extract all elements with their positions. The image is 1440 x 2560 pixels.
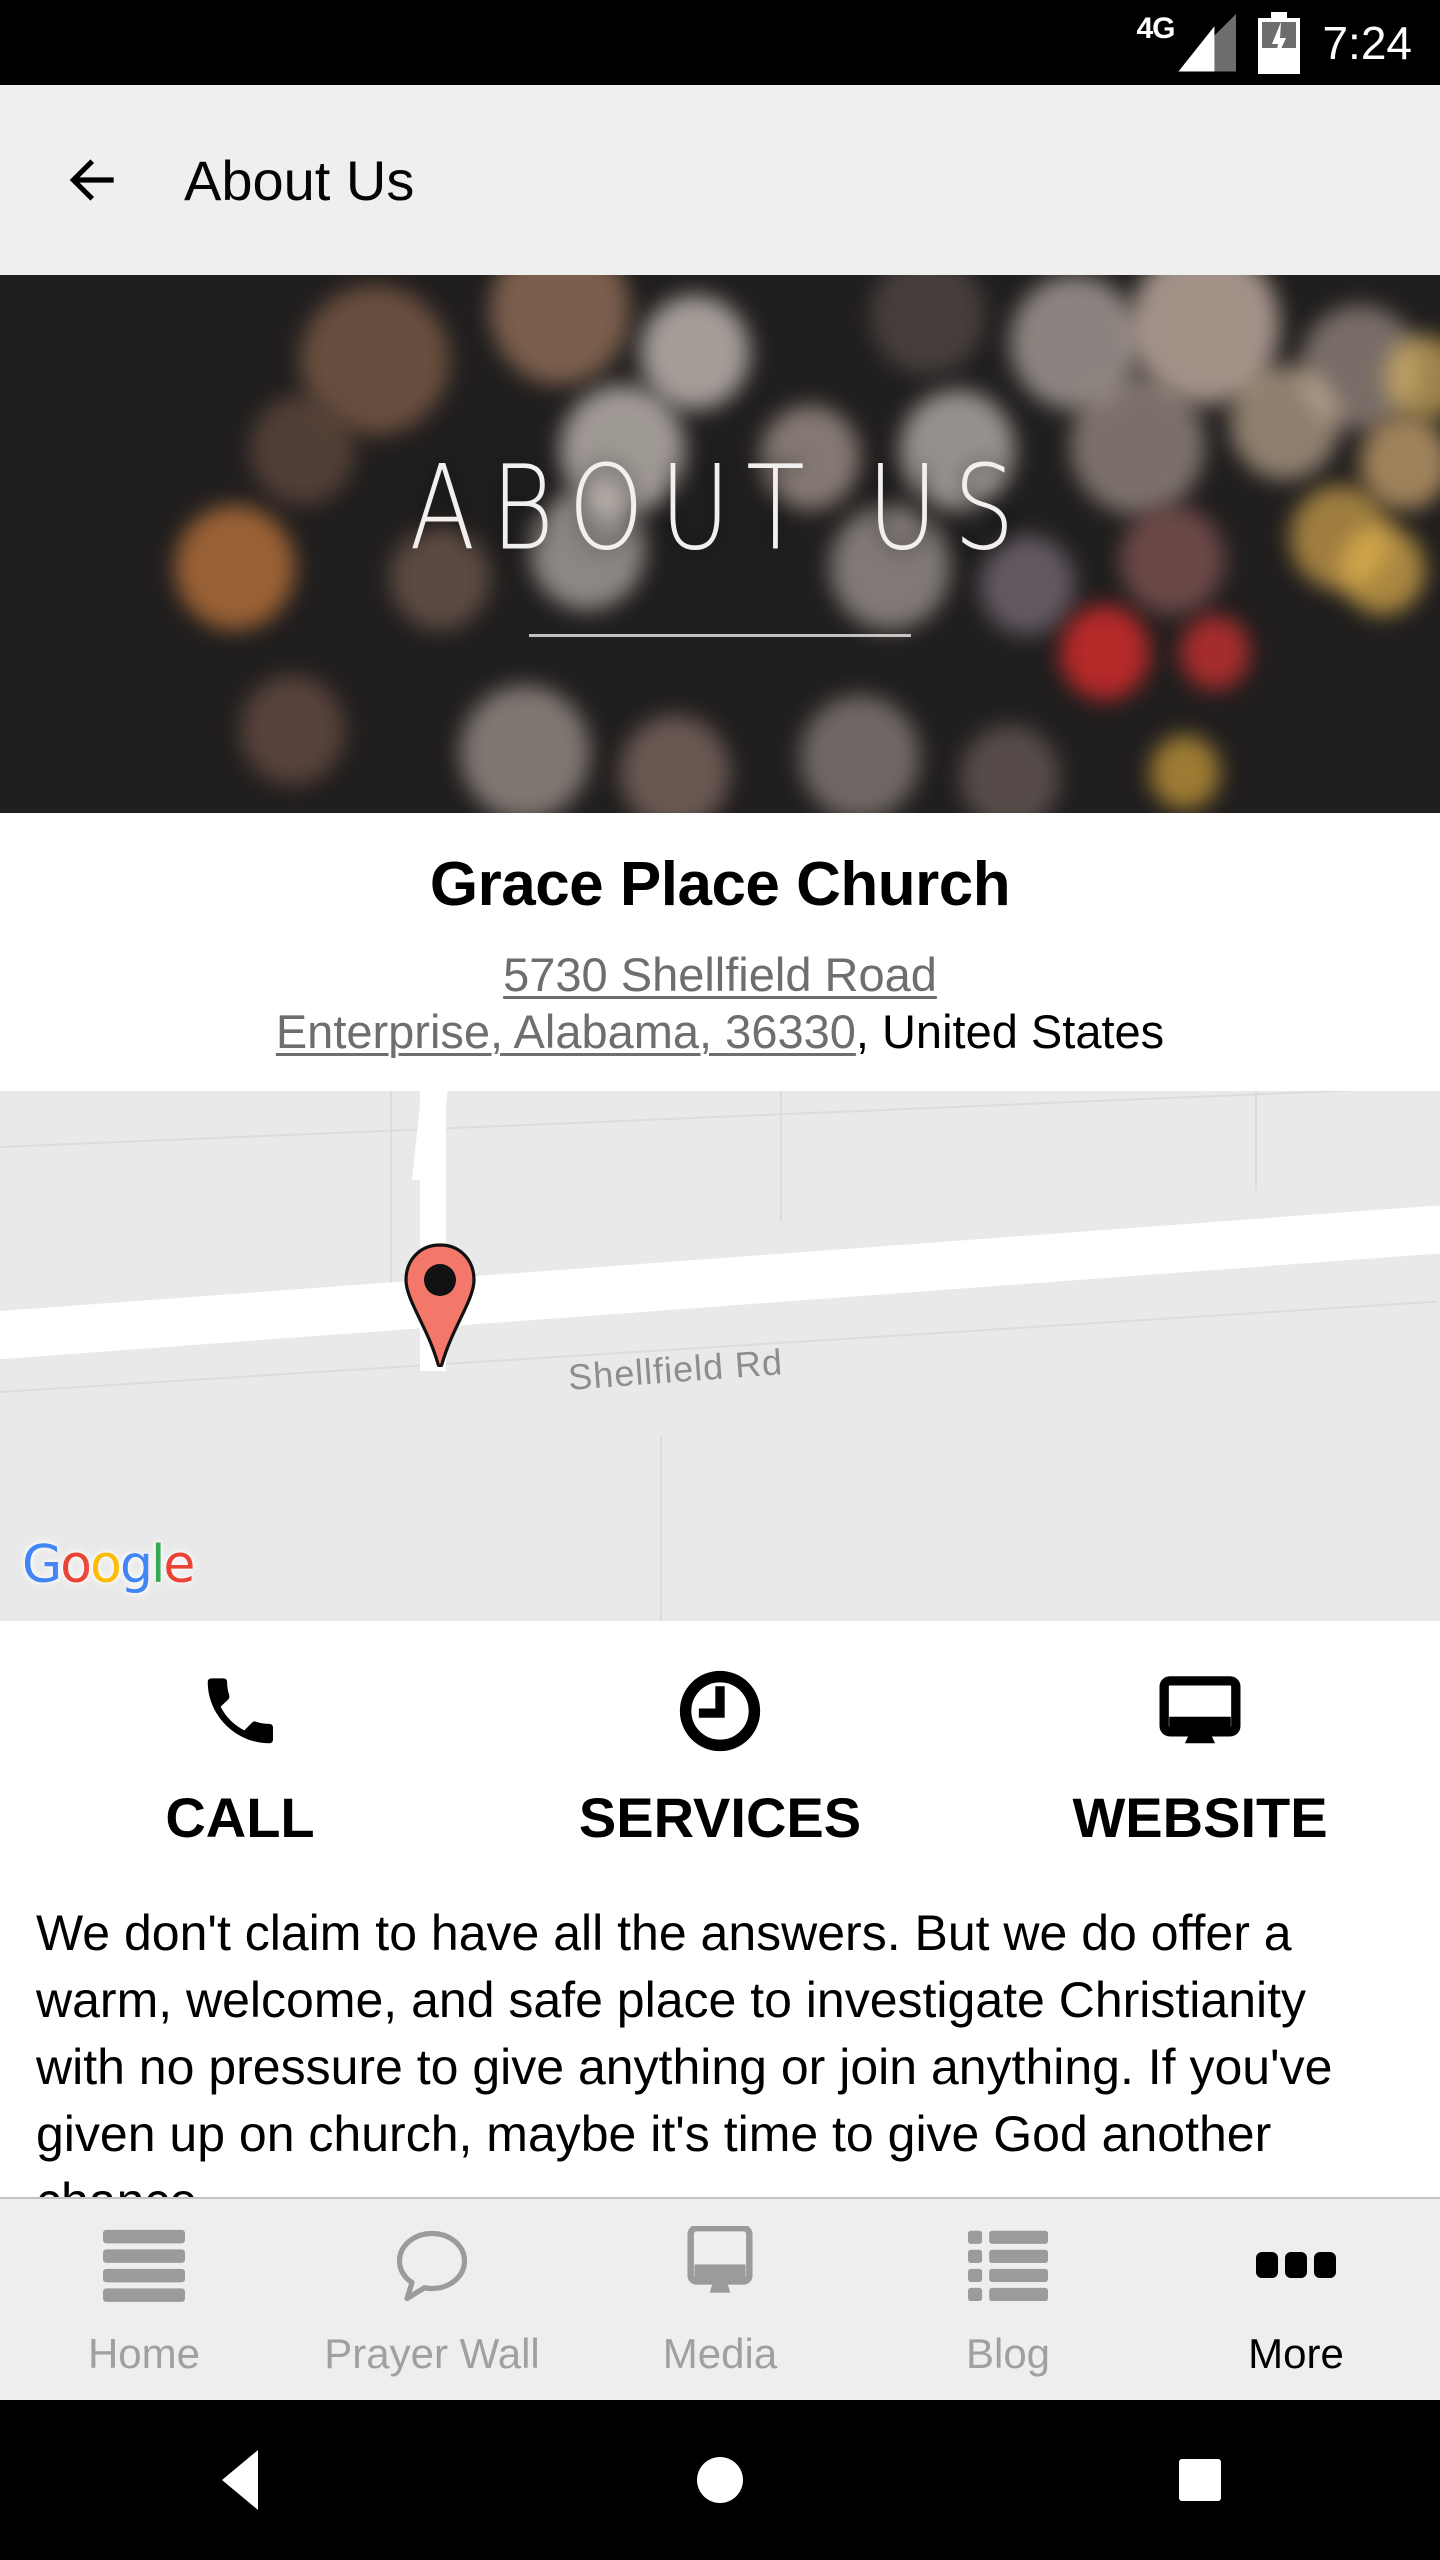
call-label: CALL <box>165 1785 315 1849</box>
nav-label-more: More <box>1248 2329 1344 2377</box>
hero-divider <box>529 633 911 637</box>
address-country: , United States <box>855 1005 1165 1059</box>
nav-label-prayer-wall: Prayer Wall <box>324 2329 540 2377</box>
action-row: CALL SERVICES WEBSITE <box>0 1620 1440 1876</box>
map-road-label: Shellfield Rd <box>566 1340 785 1398</box>
address-line2-link[interactable]: Enterprise, Alabama, 36330 <box>276 1005 856 1058</box>
android-recents-icon[interactable] <box>960 2459 1440 2501</box>
status-bar: 4G 7:24 <box>0 0 1440 85</box>
venue-info: Grace Place Church 5730 Shellfield Road … <box>0 813 1440 1091</box>
website-button[interactable]: WEBSITE <box>960 1663 1440 1850</box>
address-line1-link[interactable]: 5730 Shellfield Road <box>503 948 937 1001</box>
website-label: WEBSITE <box>1072 1785 1328 1849</box>
signal-bars-icon <box>1178 13 1237 72</box>
nav-item-prayer-wall[interactable]: Prayer Wall <box>288 2222 576 2378</box>
android-back-icon[interactable] <box>0 2450 480 2510</box>
services-label: SERVICES <box>578 1785 862 1849</box>
clock-icon <box>677 1663 763 1759</box>
about-paragraph: We don't claim to have all the answers. … <box>0 1875 1440 2197</box>
map-main-road <box>0 1196 1440 1365</box>
nav-label-home: Home <box>87 2329 201 2377</box>
church-name: Grace Place Church <box>429 850 1011 919</box>
status-bar-clock: 7:24 <box>1322 16 1412 69</box>
charging-bolt-icon <box>1272 21 1287 62</box>
services-button[interactable]: SERVICES <box>480 1663 960 1850</box>
android-home-icon[interactable] <box>480 2457 960 2503</box>
nav-item-more[interactable]: More <box>1152 2222 1440 2378</box>
nav-label-blog: Blog <box>965 2329 1051 2377</box>
bottom-navigation: Home Prayer Wall Media Blog More <box>0 2197 1440 2400</box>
three-dots-icon <box>1256 2222 1336 2310</box>
nav-item-media[interactable]: Media <box>576 2222 864 2378</box>
battery-charging-icon <box>1258 11 1301 74</box>
map-preview[interactable]: Shellfield Rd Google <box>0 1090 1440 1621</box>
phone-icon <box>197 1663 283 1759</box>
monitor-icon <box>1157 1663 1243 1759</box>
phone-screen: 4G 7:24 About Us ABOUT US Grace Place Ch… <box>0 0 1440 2560</box>
address-block: 5730 Shellfield Road Enterprise, Alabama… <box>0 946 1440 1061</box>
app-bar: About Us <box>0 85 1440 275</box>
nav-item-home[interactable]: Home <box>0 2222 288 2378</box>
hero-title: ABOUT US <box>409 439 1031 576</box>
nav-label-media: Media <box>662 2329 778 2377</box>
android-navigation-bar <box>0 2400 1440 2560</box>
network-indicator: 4G <box>1136 11 1237 72</box>
back-arrow-icon[interactable] <box>62 149 124 211</box>
nav-item-blog[interactable]: Blog <box>864 2222 1152 2378</box>
speech-bubble-icon <box>392 2222 472 2310</box>
hero-banner: ABOUT US <box>0 275 1440 813</box>
device-screen-icon <box>682 2222 758 2310</box>
call-button[interactable]: CALL <box>0 1663 480 1850</box>
network-type-label: 4G <box>1136 11 1175 45</box>
page-title: About Us <box>184 148 415 212</box>
map-pin-icon <box>404 1243 476 1367</box>
stacked-bars-icon <box>103 2222 185 2310</box>
google-attribution: Google <box>22 1534 195 1595</box>
list-icon <box>968 2222 1048 2310</box>
